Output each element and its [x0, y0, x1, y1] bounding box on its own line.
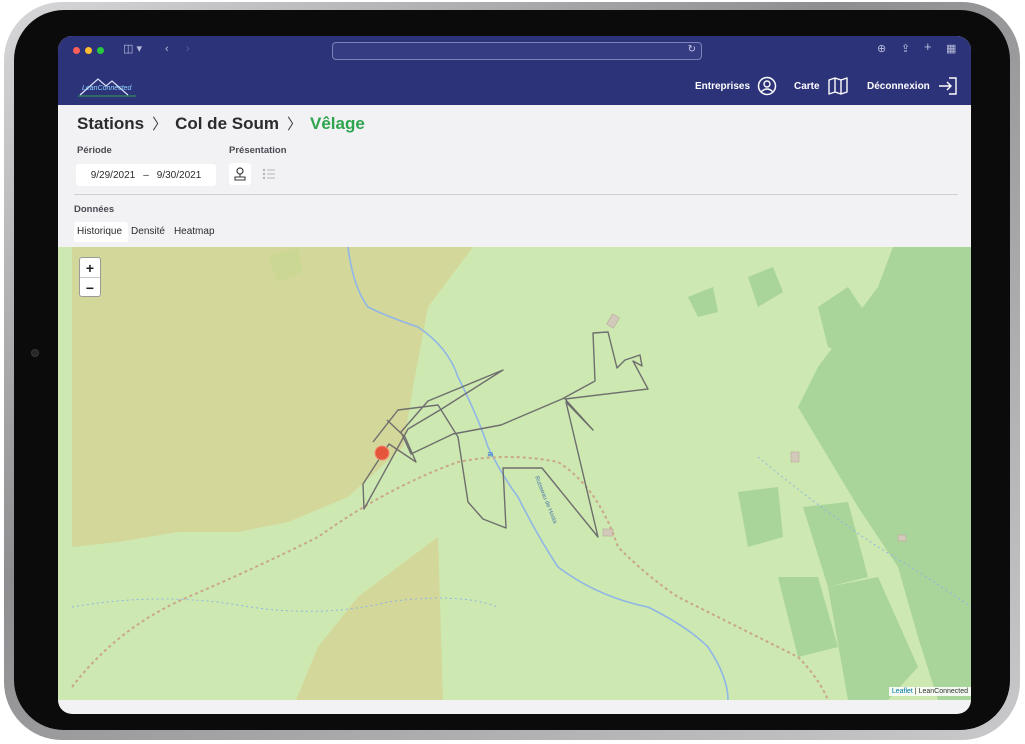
breadcrumb: Stations 〉 Col de Soum 〉 Vêlage	[77, 113, 365, 134]
back-icon[interactable]: ‹	[165, 42, 169, 56]
tab-heatmap[interactable]: Heatmap	[171, 222, 221, 242]
section-divider	[74, 194, 958, 195]
nav-enterprises[interactable]: Entreprises	[695, 76, 777, 96]
svg-text:≋: ≋	[487, 450, 494, 459]
attribution-text: | LeanConnected	[912, 688, 968, 695]
map-attribution: Leaflet | LeanConnected	[888, 687, 971, 696]
browser-toolbar: ◫ ▾ ‹ › ↻ ⊕ ⇪ + ▦	[58, 36, 971, 64]
tab-densite[interactable]: Densité	[128, 222, 171, 242]
zoom-control: + −	[79, 257, 101, 297]
screen: ◫ ▾ ‹ › ↻ ⊕ ⇪ + ▦ LeanConnected Entrepri…	[58, 36, 971, 714]
date-range-picker[interactable]: 9/29/2021 – 9/30/2021	[76, 164, 216, 186]
nav-map-label: Carte	[794, 80, 820, 92]
data-tabs: Historique Densité Heatmap	[74, 222, 221, 242]
reload-icon[interactable]: ↻	[688, 44, 696, 55]
leaflet-link[interactable]: Leaflet	[892, 688, 913, 695]
map-view[interactable]: ≋ + − Ruisseau de Hosta Leaflet | LeanCo…	[58, 247, 971, 700]
map-pin-icon	[234, 167, 246, 181]
tablet-frame: ◫ ▾ ‹ › ↻ ⊕ ⇪ + ▦ LeanConnected Entrepri…	[4, 2, 1020, 740]
breadcrumb-stations[interactable]: Stations	[77, 114, 144, 134]
tab-overview-icon[interactable]: ▦	[946, 42, 956, 56]
nav-logout-label: Déconnexion	[867, 80, 930, 92]
address-bar[interactable]: ↻	[332, 42, 702, 60]
list-icon	[262, 168, 275, 180]
date-separator: –	[143, 169, 149, 181]
period-label: Période	[77, 145, 112, 156]
camera-dot	[31, 349, 39, 357]
date-end[interactable]: 9/30/2021	[157, 170, 202, 181]
zoom-in-button[interactable]: +	[80, 258, 100, 278]
close-window-button[interactable]	[73, 47, 80, 54]
zoom-window-button[interactable]	[97, 47, 104, 54]
sidebar-toggle-icon[interactable]: ◫ ▾	[123, 42, 142, 56]
share-icon[interactable]: ⇪	[901, 42, 910, 56]
brand-logo[interactable]: LeanConnected	[76, 73, 140, 99]
tab-historique[interactable]: Historique	[74, 222, 129, 242]
downloads-icon[interactable]: ⊕	[877, 42, 886, 56]
presentation-list-button[interactable]	[258, 163, 280, 185]
nav-enterprises-label: Entreprises	[695, 80, 751, 92]
map-icon	[827, 77, 848, 95]
app-header: LeanConnected Entreprises Carte Déconnex…	[58, 64, 971, 105]
forward-icon[interactable]: ›	[186, 42, 190, 56]
presentation-map-button[interactable]	[229, 163, 251, 185]
new-tab-icon[interactable]: +	[924, 40, 932, 54]
data-label: Données	[74, 204, 115, 215]
logout-icon	[938, 77, 957, 95]
minimize-window-button[interactable]	[85, 47, 92, 54]
breadcrumb-separator: 〉	[152, 116, 168, 133]
nav-map[interactable]: Carte	[794, 76, 849, 96]
user-circle-icon	[757, 76, 777, 96]
presentation-label: Présentation	[229, 145, 287, 156]
logo-text: LeanConnected	[82, 85, 132, 92]
breadcrumb-current: Vêlage	[310, 113, 365, 133]
nav-logout[interactable]: Déconnexion	[867, 76, 959, 96]
date-start[interactable]: 9/29/2021	[91, 170, 136, 181]
zoom-out-button[interactable]: −	[80, 278, 100, 297]
breadcrumb-station[interactable]: Col de Soum	[175, 114, 279, 134]
map-tiles: ≋	[71, 247, 971, 700]
breadcrumb-separator: 〉	[286, 116, 302, 133]
